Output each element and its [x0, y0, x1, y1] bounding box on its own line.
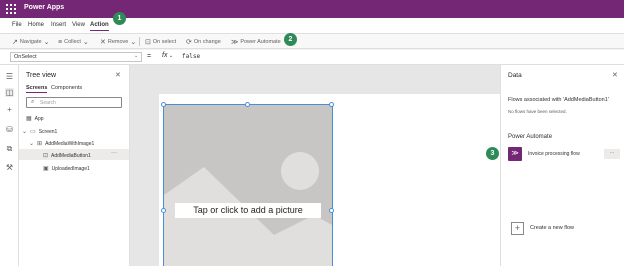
hamburger-menu-icon[interactable]: ☰: [5, 72, 14, 81]
left-rail: ☰ ◫ + ⛁ ⧉ ⚒: [0, 65, 19, 266]
collapse-chevron-icon: ⌄: [22, 129, 28, 135]
resize-handle[interactable]: [329, 102, 334, 107]
power-automate-flow-icon[interactable]: ≫: [508, 147, 522, 161]
on-select-button[interactable]: ⊡ On select: [145, 38, 176, 46]
placeholder-picture-icon: [164, 105, 332, 266]
chevron-down-icon: ⌄: [82, 39, 89, 46]
navigate-icon: ↗: [12, 39, 18, 46]
formula-bar: OnSelect ⌄ = fx ⌄ false: [0, 50, 624, 65]
search-placeholder: Search: [40, 100, 56, 106]
app-icon: ▦: [26, 116, 32, 122]
tree-item-uploadedimage1[interactable]: ▣ UploadedImage1: [43, 165, 90, 173]
menu-insert[interactable]: Insert: [51, 22, 66, 28]
close-icon[interactable]: ✕: [612, 71, 618, 79]
flows-associated-heading: Flows associated with 'AddMediaButton1': [508, 97, 609, 103]
close-icon[interactable]: ✕: [115, 71, 121, 79]
tree-item-label: App: [34, 115, 44, 122]
image-icon: ▣: [43, 166, 49, 172]
flow-more-options-button[interactable]: ···: [604, 149, 620, 159]
collapse-chevron-icon: ⌄: [29, 141, 35, 147]
on-select-icon: ⊡: [145, 39, 151, 46]
chevron-down-icon: ⌄: [130, 39, 137, 46]
collect-button[interactable]: ≡ Collect ⌄: [58, 38, 89, 47]
tree-item-screen1[interactable]: ⌄ ▭ Screen1: [22, 128, 58, 136]
callout-1: 1: [113, 12, 126, 25]
toolbar: ↗ Navigate ⌄ ≡ Collect ⌄ ✕ Remove ⌄ ⊡ On…: [0, 34, 624, 49]
on-change-icon: ⟳: [186, 39, 192, 46]
remove-label: Remove: [107, 39, 129, 45]
tree-item-label: UploadedImage1: [51, 165, 90, 172]
on-change-label: On change: [193, 39, 221, 45]
resize-handle[interactable]: [161, 208, 166, 213]
create-new-flow-link[interactable]: Create a new flow: [530, 225, 574, 231]
no-flows-message: No flows have been selected.: [508, 109, 567, 114]
resize-handle[interactable]: [329, 208, 334, 213]
add-picture-caption[interactable]: Tap or click to add a picture: [175, 203, 321, 218]
menu-action[interactable]: Action: [90, 22, 109, 31]
navigate-label: Navigate: [19, 39, 42, 45]
tree-item-label: AddMediaWithImage1: [45, 140, 95, 147]
add-media-image-control[interactable]: [163, 104, 333, 266]
tree-item-app[interactable]: ▦ App: [26, 115, 44, 123]
callout-2: 2: [284, 33, 297, 46]
more-options-button[interactable]: ···: [111, 150, 117, 156]
resize-handle[interactable]: [161, 102, 166, 107]
callout-3: 3: [486, 147, 499, 160]
tab-screens[interactable]: Screens: [26, 85, 48, 93]
collect-icon: ≡: [58, 38, 63, 46]
app-title: Power Apps: [24, 4, 65, 11]
plus-icon[interactable]: +: [511, 222, 524, 235]
app-launcher-icon[interactable]: [6, 4, 16, 14]
property-dropdown[interactable]: OnSelect: [10, 52, 142, 62]
tree-item-addmediabutton1[interactable]: ⊡ AddMediaButton1: [43, 152, 91, 160]
power-automate-label: Power Automate: [240, 39, 281, 45]
menu-home[interactable]: Home: [28, 22, 44, 28]
tree-item-label: AddMediaButton1: [51, 152, 91, 159]
tree-item-addmediawithimage1[interactable]: ⌄ ⊞ AddMediaWithImage1: [29, 140, 95, 148]
equals-sign: =: [147, 53, 152, 60]
title-bar: Power Apps: [0, 0, 624, 18]
group-icon: ⊞: [37, 141, 43, 147]
media-icon[interactable]: ⧉: [5, 144, 14, 153]
tree-search-input[interactable]: ⌕ Search: [26, 97, 122, 108]
chevron-down-icon: ⌄: [43, 39, 50, 46]
toolbar-divider: [139, 37, 140, 46]
power-automate-heading: Power Automate: [508, 134, 553, 140]
advanced-tools-icon[interactable]: ⚒: [5, 163, 14, 172]
on-change-button[interactable]: ⟳ On change: [186, 38, 221, 46]
flow-name[interactable]: Invoice processing flow: [528, 151, 580, 157]
menu-bar: File Home Insert View Action: [0, 18, 624, 34]
search-icon: ⌕: [31, 99, 35, 105]
media-button-icon: ⊡: [43, 153, 49, 159]
data-panel-title: Data: [508, 72, 522, 79]
power-automate-button[interactable]: ≫ Power Automate: [231, 38, 281, 46]
collect-label: Collect: [64, 39, 81, 45]
data-panel: Data ✕ Flows associated with 'AddMediaBu…: [500, 65, 624, 266]
menu-file[interactable]: File: [12, 22, 22, 28]
fx-button[interactable]: fx ⌄: [162, 52, 173, 59]
navigate-button[interactable]: ↗ Navigate ⌄: [12, 38, 49, 46]
insert-icon[interactable]: +: [5, 105, 14, 114]
tree-item-label: Screen1: [38, 128, 58, 135]
menu-view[interactable]: View: [72, 22, 85, 28]
tree-view-icon[interactable]: ◫: [5, 88, 14, 97]
remove-icon: ✕: [100, 39, 106, 46]
chevron-down-icon: ⌄: [167, 53, 174, 59]
data-icon[interactable]: ⛁: [5, 125, 14, 134]
power-automate-icon: ≫: [231, 39, 239, 46]
tree-view-title: Tree view: [26, 72, 57, 79]
chevron-down-icon[interactable]: ⌄: [134, 53, 138, 59]
remove-button[interactable]: ✕ Remove ⌄: [100, 38, 136, 46]
on-select-label: On select: [152, 39, 177, 45]
formula-input[interactable]: false: [182, 53, 200, 60]
tab-components[interactable]: Components: [51, 85, 82, 91]
screen-icon: ▭: [30, 129, 36, 135]
resize-handle[interactable]: [245, 102, 250, 107]
